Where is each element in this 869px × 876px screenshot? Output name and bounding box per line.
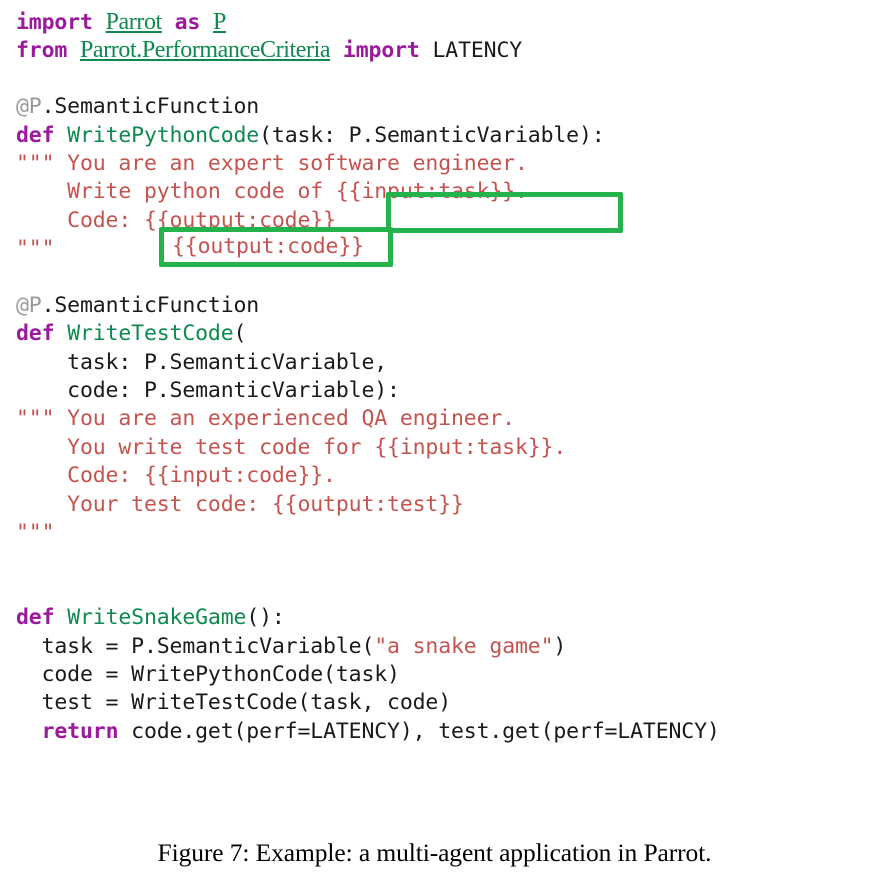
code-line: Your test code: {{output:test}}	[16, 491, 861, 519]
code-token-kw: as	[161, 10, 214, 35]
annotation-box-input-task	[386, 192, 623, 233]
code-line: task = P.SemanticVariable("a snake game"…	[16, 633, 861, 661]
code-token-kw: from	[16, 38, 80, 64]
code-token-kw: def	[16, 605, 68, 631]
code-token-mod: Parrot.PerformanceCriteria	[79, 37, 331, 64]
code-token-mod: Parrot	[105, 9, 163, 35]
code-token-plain: )	[553, 633, 567, 659]
code-listing: import Parrot as Pfrom Parrot.Performanc…	[16, 8, 861, 746]
code-line: """ You are an experienced QA engineer.	[16, 405, 861, 433]
code-line: @P.SemanticFunction	[16, 292, 861, 320]
code-line: import Parrot as P	[16, 8, 861, 36]
code-line: @P.SemanticFunction	[16, 93, 861, 121]
code-line: def WriteSnakeGame():	[16, 604, 861, 632]
code-token-plain: ():	[246, 605, 285, 631]
figure-caption: Figure 7: Example: a multi-agent applica…	[157, 838, 712, 867]
code-token-doc: You write test code for {{input:task}}.	[16, 434, 567, 460]
code-token-deco: @P	[16, 292, 42, 318]
code-token-doc: Code: {{input:code}}.	[16, 463, 336, 489]
code-token-doc: """ You are an experienced QA engineer.	[16, 406, 515, 432]
code-token-plain: .SemanticFunction	[41, 94, 260, 120]
code-token-deco: @P	[16, 94, 42, 120]
code-line: def WriteTestCode(	[16, 320, 861, 348]
code-line: return code.get(perf=LATENCY), test.get(…	[16, 718, 861, 746]
code-token-doc: "a snake game"	[374, 633, 554, 659]
code-token-doc: """	[16, 520, 55, 546]
code-token-fn: WritePythonCode	[67, 122, 260, 148]
code-token-plain: test = WriteTestCode(task, code)	[16, 690, 452, 716]
code-token-plain: LATENCY	[432, 38, 523, 64]
code-token-kw: import	[330, 38, 433, 64]
code-line: """ You are an expert software engineer.	[16, 150, 861, 178]
annotation-label-output-code: {{output:code}}	[172, 234, 364, 259]
code-token-plain: (task: P.SemanticVariable):	[259, 122, 605, 148]
code-line: """	[16, 519, 861, 547]
code-token-doc: """	[16, 236, 55, 262]
code-line: test = WriteTestCode(task, code)	[16, 689, 861, 717]
code-token-doc: """ You are an expert software engineer.	[16, 150, 528, 176]
code-token-plain: .SemanticFunction	[41, 292, 260, 318]
code-token-fn: WriteTestCode	[67, 321, 234, 347]
code-line: code = WritePythonCode(task)	[16, 661, 861, 689]
code-token-kw: def	[16, 321, 68, 347]
code-token-plain: code: P.SemanticVariable):	[16, 378, 400, 404]
code-line: code: P.SemanticVariable):	[16, 377, 861, 405]
code-token-mod: P	[213, 9, 226, 35]
code-token-plain: (	[233, 321, 247, 347]
code-token-kw: return	[41, 718, 132, 744]
code-line: You write test code for {{input:task}}.	[16, 434, 861, 462]
code-line: Code: {{input:code}}.	[16, 462, 861, 490]
code-token-kw: def	[16, 122, 68, 148]
code-token-kw: import	[16, 10, 106, 35]
code-token-plain: task = P.SemanticVariable(	[16, 633, 375, 659]
code-line: def WritePythonCode(task: P.SemanticVari…	[16, 122, 861, 150]
code-token-plain: code.get(perf=LATENCY), test.get(perf=LA…	[131, 718, 720, 744]
code-line: task: P.SemanticVariable,	[16, 349, 861, 377]
code-token-plain: code = WritePythonCode(task)	[16, 661, 400, 687]
code-token-doc: Your test code: {{output:test}}	[16, 491, 464, 517]
code-token-fn: WriteSnakeGame	[67, 605, 247, 631]
code-line: """	[16, 235, 861, 263]
code-line: from Parrot.PerformanceCriteria import L…	[16, 36, 861, 64]
code-token-plain: task: P.SemanticVariable,	[16, 349, 388, 375]
